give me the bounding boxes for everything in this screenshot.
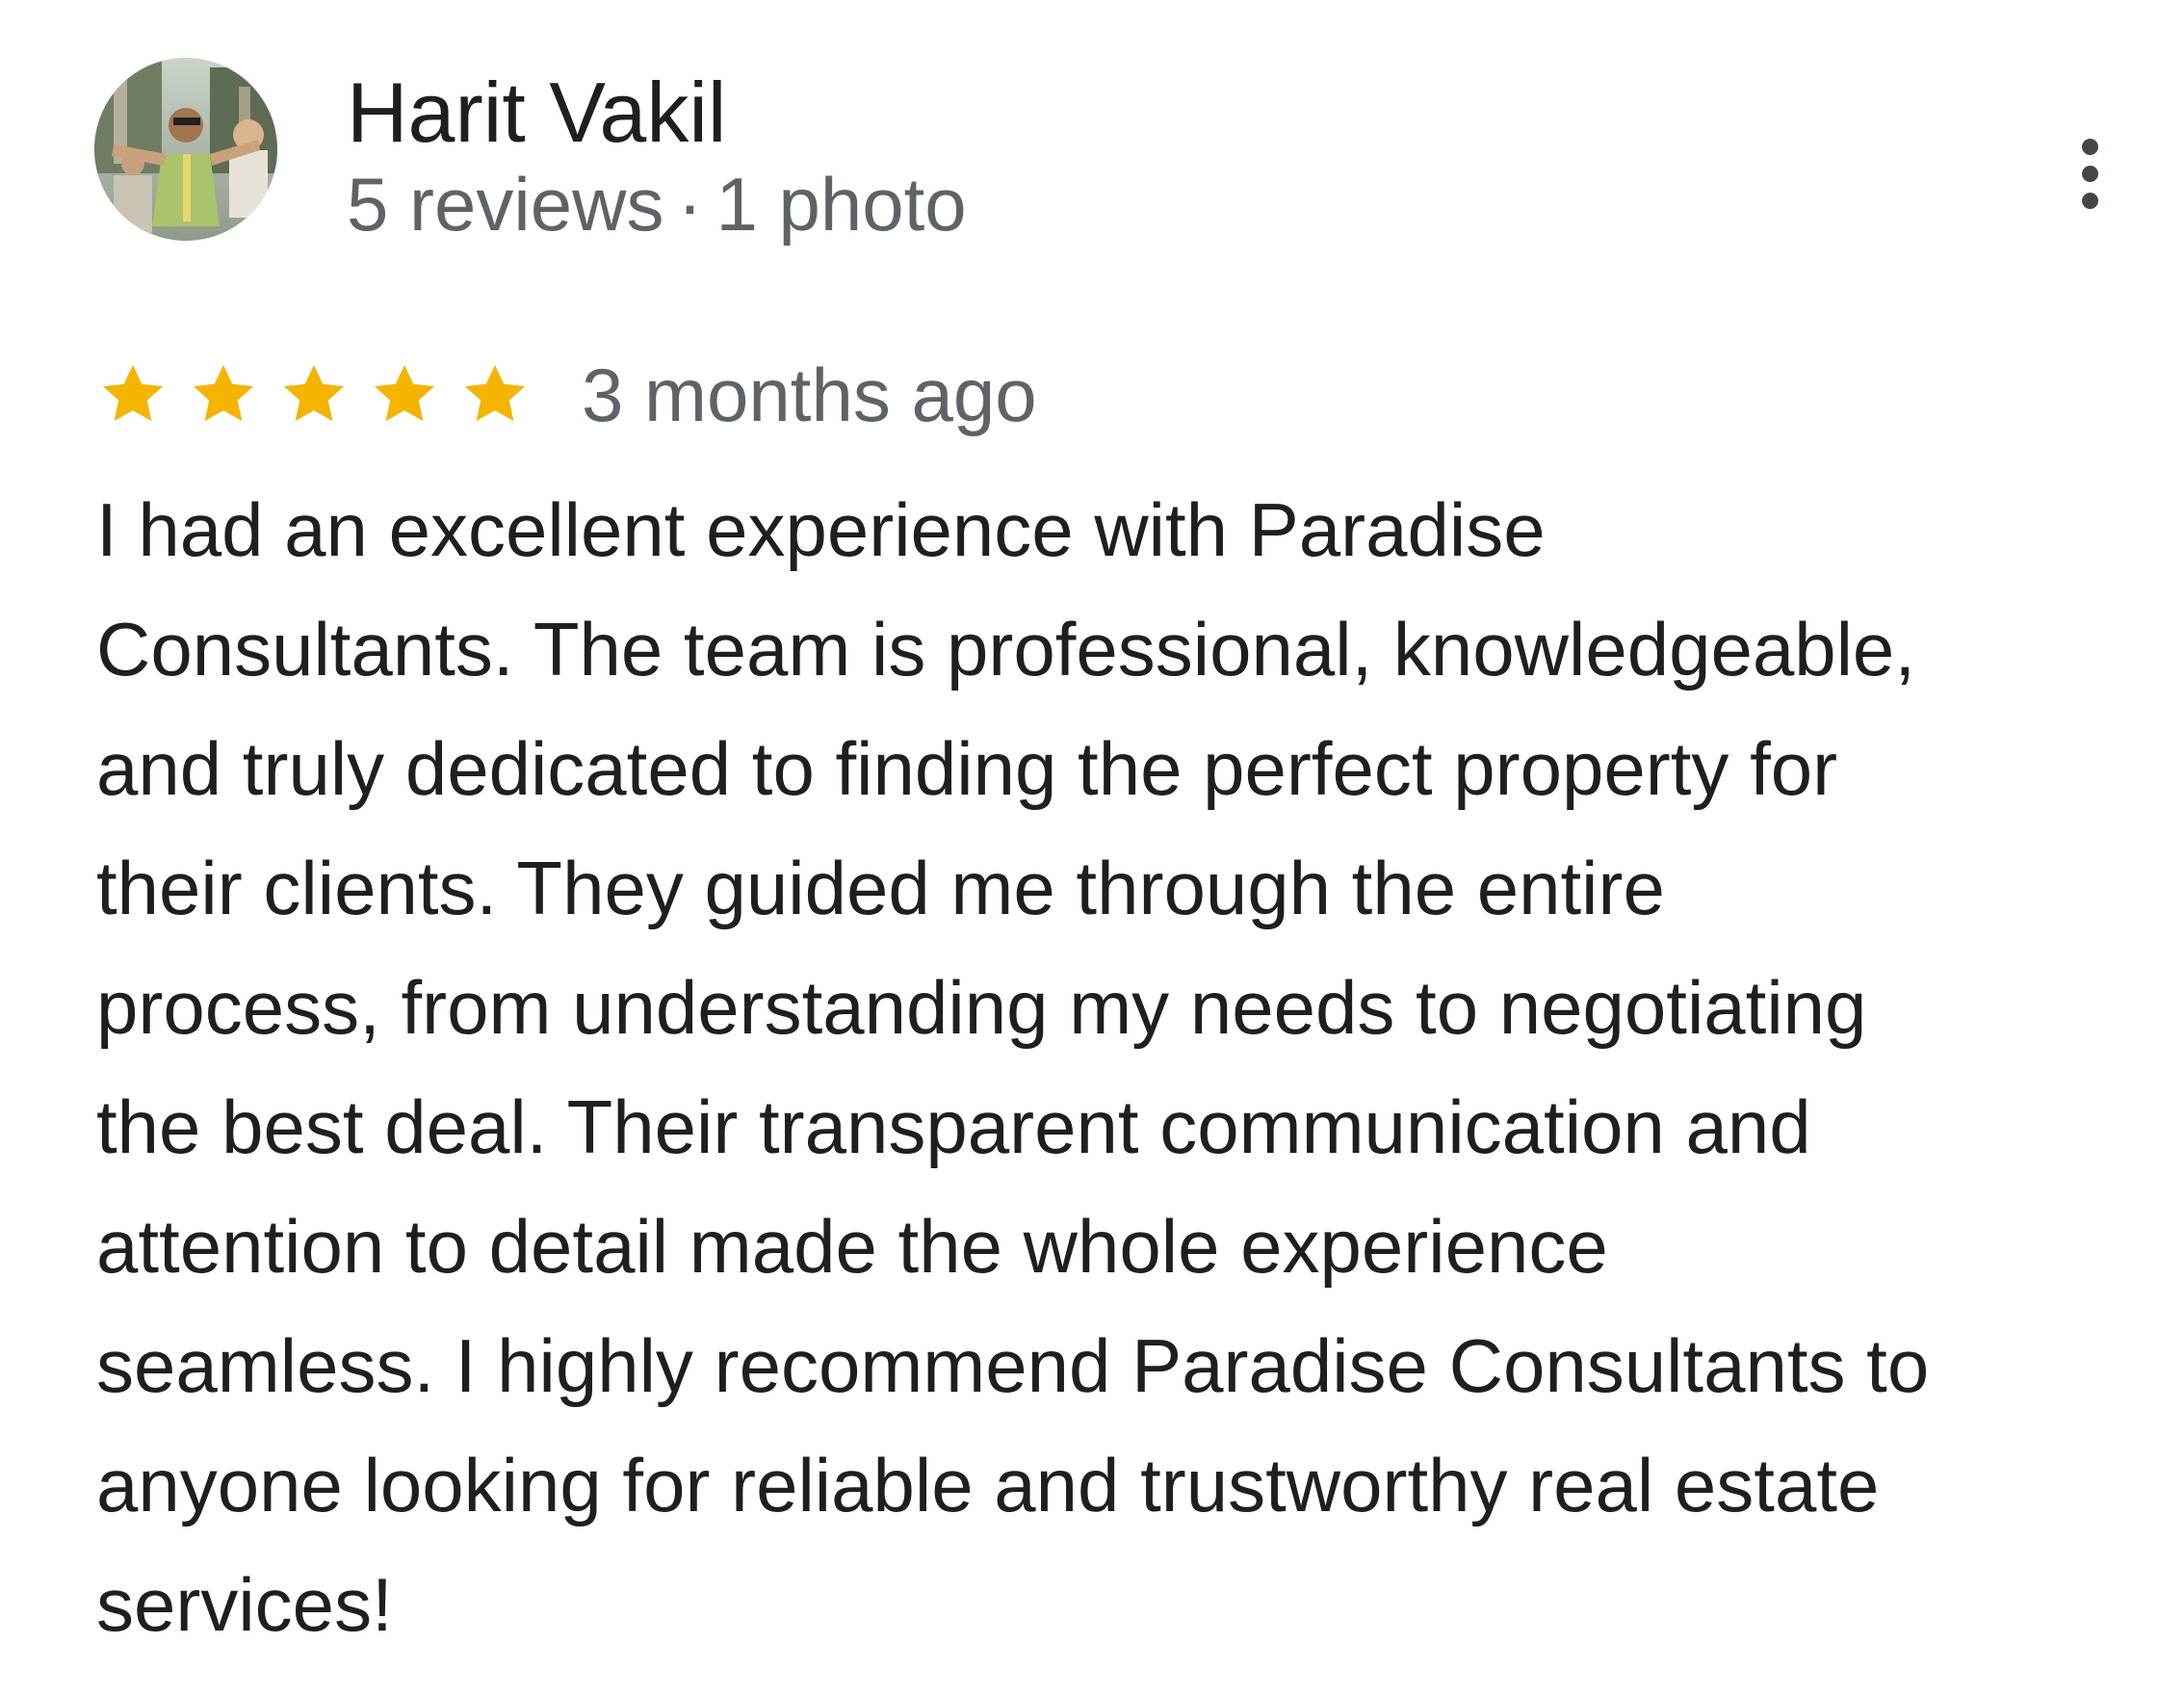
review-text-line: attention to detail made the whole exper…	[96, 1204, 1608, 1289]
review-card: Harit Vakil 5 reviews · 1 photo 3 months a…	[0, 0, 2184, 1697]
rating-row: 3 months ago	[96, 347, 1037, 443]
star-icon	[368, 358, 441, 431]
review-text-line: their clients. They guided me through th…	[96, 846, 1665, 930]
review-text-line: and truly dedicated to finding the perfe…	[96, 726, 1838, 811]
reviewer-name[interactable]: Harit Vakil	[347, 60, 726, 166]
meta-separator: ·	[677, 162, 703, 247]
star-icon	[458, 358, 532, 431]
review-text-line: Consultants. The team is professional, k…	[96, 607, 1915, 692]
more-vert-icon-dot	[2081, 165, 2098, 182]
review-text-line: services!	[96, 1562, 393, 1647]
profile-photo	[94, 58, 277, 241]
reviews-count[interactable]: 5 reviews	[347, 162, 663, 247]
more-vert-icon	[2081, 138, 2098, 155]
star-icon	[96, 358, 169, 431]
review-text-line: seamless. I highly recommend Paradise Co…	[96, 1323, 1930, 1408]
review-text-line: process, from understanding my needs to …	[96, 965, 1867, 1050]
star-icon	[187, 358, 260, 431]
review-text-line: anyone looking for reliable and trustwor…	[96, 1443, 1880, 1527]
review-date: 3 months ago	[582, 352, 1037, 437]
more-vert-icon-dot	[2081, 192, 2098, 209]
star-icon	[277, 358, 351, 431]
photos-count[interactable]: 1 photo	[715, 162, 966, 247]
review-text: I had an excellent experience with Parad…	[96, 470, 2119, 1664]
more-options-button[interactable]	[2051, 116, 2128, 231]
star-rating	[96, 358, 532, 431]
reviewer-meta: 5 reviews · 1 photo	[347, 156, 967, 252]
avatar[interactable]	[94, 58, 277, 241]
review-text-line: the best deal. Their transparent communi…	[96, 1084, 1811, 1169]
review-text-line: I had an excellent experience with Parad…	[96, 487, 1546, 572]
